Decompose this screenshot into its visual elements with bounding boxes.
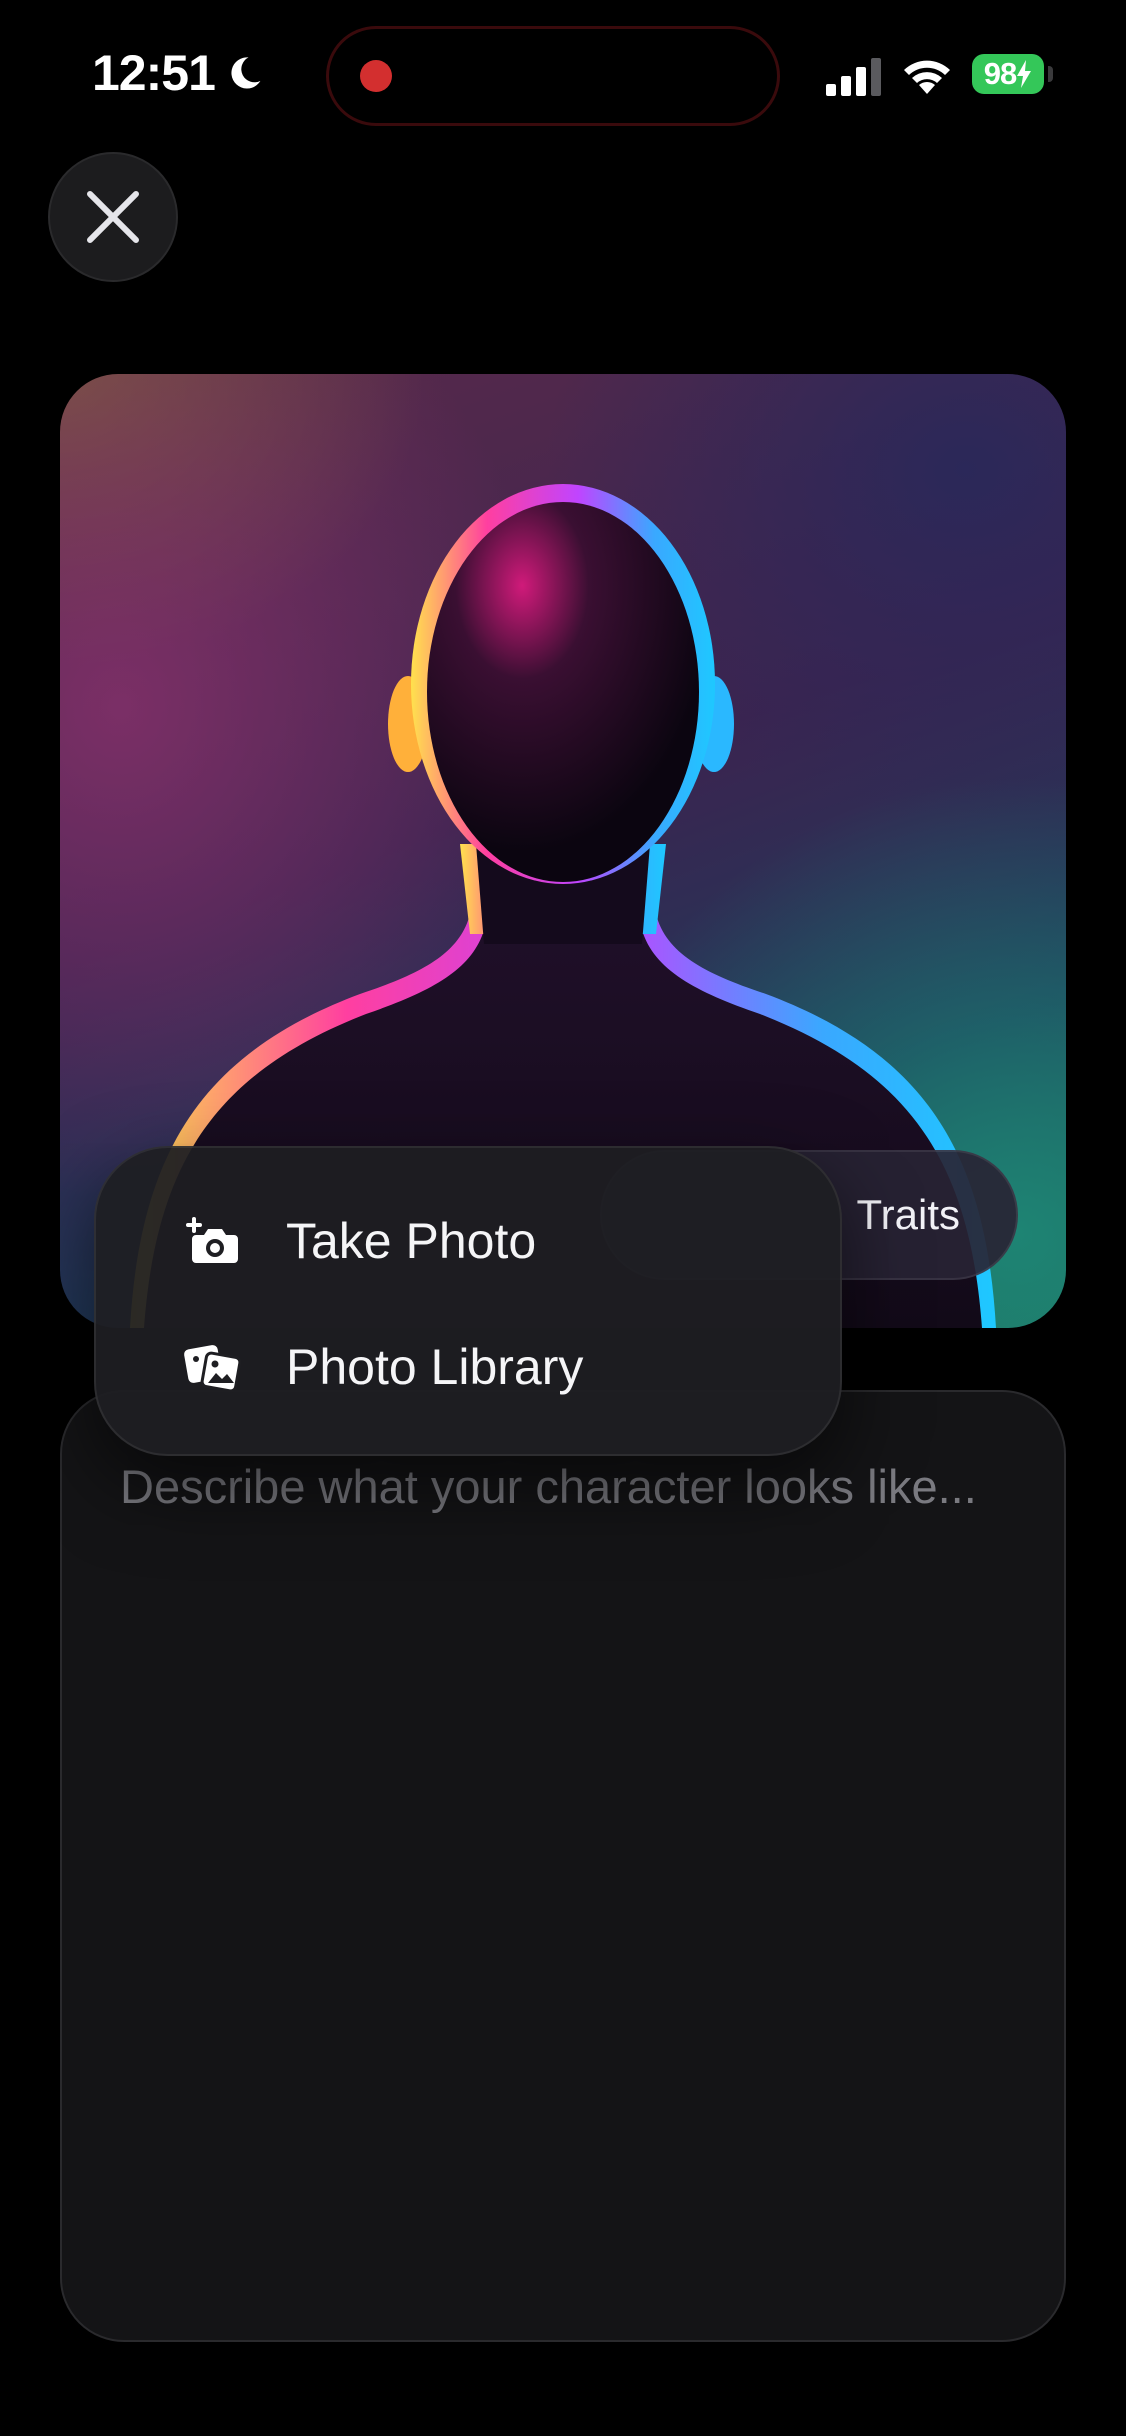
time-label: 12:51 (92, 45, 216, 101)
moon-icon (231, 57, 261, 89)
traits-label: Traits (856, 1191, 960, 1238)
wifi-icon (904, 60, 950, 94)
photo-library-menu-item[interactable]: Photo Library (96, 1304, 844, 1430)
charging-bolt-icon (1017, 60, 1032, 88)
close-button[interactable] (48, 152, 178, 282)
take-photo-label: Take Photo (286, 1213, 537, 1269)
status-bar-time: 12:51 (92, 44, 265, 102)
dynamic-island (326, 26, 780, 126)
battery-cap (1048, 66, 1053, 82)
photo-library-label: Photo Library (286, 1339, 584, 1395)
description-panel (60, 1390, 1066, 2342)
battery-indicator: 98 (972, 54, 1044, 94)
camera-plus-icon (186, 1217, 238, 1263)
cellular-signal-icon (826, 58, 881, 96)
take-photo-menu-item[interactable]: Take Photo (96, 1178, 844, 1304)
character-description-input[interactable] (120, 1446, 1060, 1526)
recording-indicator (360, 60, 392, 92)
battery-level: 98 (983, 56, 1017, 91)
close-icon (87, 191, 139, 243)
photo-source-menu: Take Photo Photo Library (94, 1146, 842, 1456)
photo-library-icon (184, 1345, 242, 1393)
